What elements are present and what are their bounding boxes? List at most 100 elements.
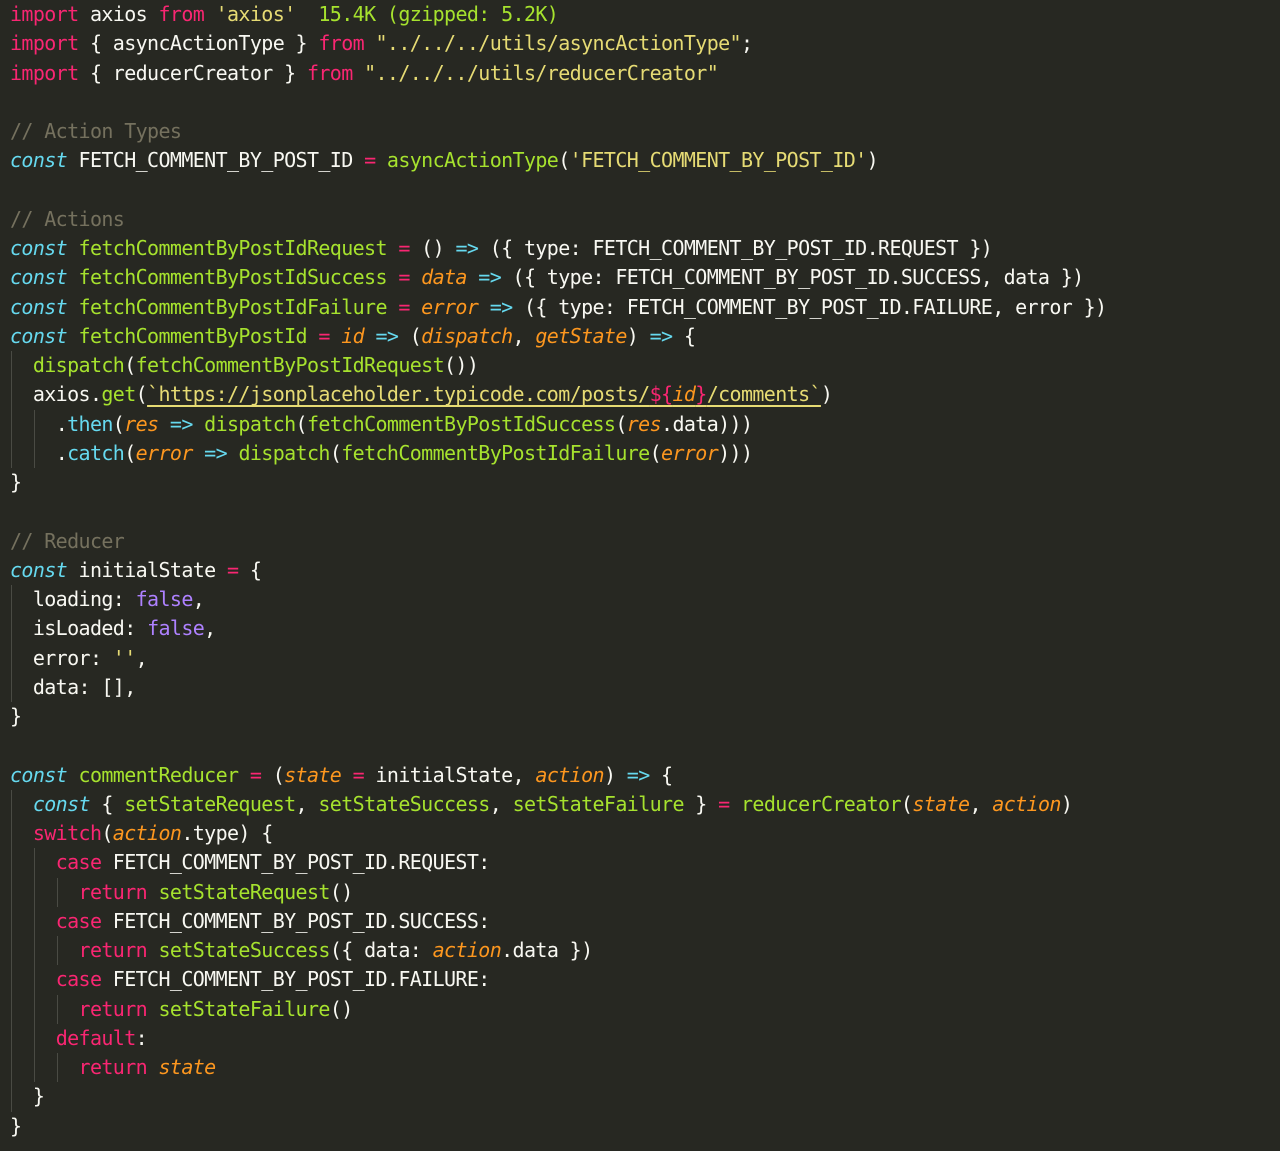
code-line[interactable]: return setStateRequest() — [0, 877, 1280, 907]
storage-token: const — [10, 265, 68, 290]
code-text: ( — [558, 148, 570, 173]
code-line[interactable]: const fetchCommentByPostIdRequest = () =… — [0, 234, 1280, 263]
operator-token: => — [455, 236, 479, 260]
parameter-token: id — [341, 323, 365, 348]
code-line[interactable]: // Actions — [0, 205, 1280, 234]
code-line[interactable]: const commentReducer = (state = initialS… — [0, 761, 1280, 790]
storage-token: const — [10, 236, 68, 260]
code-editor[interactable]: import axios from 'axios' 15.4K (gzipped… — [0, 0, 1280, 1151]
function-token: fetchCommentByPostId — [78, 323, 308, 348]
code-text: ) — [1060, 791, 1073, 816]
code-line[interactable]: .catch(error => dispatch(fetchCommentByP… — [0, 438, 1280, 468]
parameter-token: action — [432, 938, 502, 962]
keyword-token: = — [364, 148, 376, 173]
code-line[interactable]: switch(action.type) { — [0, 819, 1280, 849]
keyword-token: case — [55, 967, 102, 992]
import-size-hint: 15.4K (gzipped: 5.2K) — [318, 2, 559, 26]
code-line[interactable] — [0, 88, 1280, 117]
code-line[interactable] — [0, 731, 1280, 760]
code-line[interactable]: const { setStateRequest, setStateSuccess… — [0, 789, 1280, 819]
keyword-token: return — [78, 996, 148, 1021]
code-line[interactable]: case FETCH_COMMENT_BY_POST_ID.REQUEST: — [0, 848, 1280, 878]
keyword-token: = — [718, 791, 730, 816]
code-line[interactable] — [0, 176, 1280, 205]
indent-guide — [11, 819, 12, 849]
code-line[interactable]: .then(res => dispatch(fetchCommentByPost… — [0, 409, 1280, 439]
code-text: ) — [820, 382, 833, 407]
code-line[interactable]: const FETCH_COMMENT_BY_POST_ID = asyncAc… — [0, 146, 1280, 175]
code-line[interactable]: case FETCH_COMMENT_BY_POST_ID.FAILURE: — [0, 965, 1280, 995]
code-line[interactable]: import { asyncActionType } from "../../.… — [0, 29, 1280, 58]
code-line[interactable]: return setStateSuccess({ data: action.da… — [0, 936, 1280, 966]
function-token: setStateSuccess — [318, 791, 490, 816]
code-line[interactable] — [0, 497, 1280, 526]
code-line[interactable]: } — [0, 1082, 1280, 1112]
function-token: setStateRequest — [124, 791, 296, 816]
storage-token: const — [32, 791, 91, 816]
operator-token: => — [489, 294, 513, 319]
indent-guide — [11, 877, 12, 907]
code-line[interactable]: error: '', — [0, 643, 1280, 673]
parameter-token: action — [992, 791, 1061, 816]
code-line[interactable]: // Reducer — [0, 527, 1280, 556]
code-text: { asyncActionType } — [78, 31, 319, 56]
indent-guide — [11, 936, 12, 966]
indent-guide — [33, 877, 35, 907]
code-line[interactable]: const fetchCommentByPostId = id => (disp… — [0, 322, 1280, 351]
code-text: , — [512, 323, 536, 348]
code-text: () — [409, 236, 456, 260]
function-token: setStateRequest — [158, 879, 330, 904]
code-text: error: — [32, 645, 113, 670]
code-line[interactable]: } — [0, 702, 1280, 731]
code-line[interactable]: case FETCH_COMMENT_BY_POST_ID.SUCCESS: — [0, 906, 1280, 936]
code-line[interactable]: dispatch(fetchCommentByPostIdRequest()) — [0, 351, 1280, 381]
code-text: FETCH_COMMENT_BY_POST_ID.FAILURE: — [101, 967, 491, 992]
indent-guide — [11, 643, 12, 673]
code-line[interactable]: return setStateFailure() — [0, 994, 1280, 1024]
code-line[interactable]: axios.get(`https://jsonplaceholder.typic… — [0, 380, 1280, 410]
code-line[interactable]: const fetchCommentByPostIdSuccess = data… — [0, 263, 1280, 292]
function-token: setStateSuccess — [158, 938, 330, 962]
code-line[interactable]: return state — [0, 1053, 1280, 1083]
indent-guide — [33, 994, 35, 1024]
code-line[interactable]: import axios from 'axios' 15.4K (gzipped… — [0, 0, 1280, 29]
indent-guide — [11, 848, 12, 878]
code-text: . — [55, 440, 68, 465]
code-line[interactable]: default: — [0, 1023, 1280, 1053]
indent-guide — [11, 906, 12, 936]
code-line[interactable]: } — [0, 1112, 1280, 1141]
code-line[interactable]: loading: false, — [0, 585, 1280, 615]
keyword-token: from — [318, 31, 365, 56]
function-token: reducerCreator — [741, 791, 902, 816]
function-token: dispatch — [204, 411, 296, 436]
code-line[interactable]: const fetchCommentByPostIdFailure = erro… — [0, 293, 1280, 322]
keyword-token: return — [78, 938, 148, 962]
code-text: . — [55, 411, 68, 436]
code-line[interactable]: } — [0, 468, 1280, 497]
operator-token: catch — [67, 440, 125, 465]
code-line[interactable]: import { reducerCreator } from "../../..… — [0, 59, 1280, 88]
parameter-token: action — [112, 821, 182, 845]
code-line[interactable]: isLoaded: false, — [0, 614, 1280, 644]
code-line[interactable]: // Action Types — [0, 117, 1280, 146]
code-line[interactable]: data: [], — [0, 672, 1280, 702]
function-token: commentReducer — [78, 762, 240, 787]
keyword-token: default — [55, 1025, 137, 1050]
code-line[interactable]: const initialState = { — [0, 556, 1280, 585]
parameter-token: error — [421, 294, 479, 319]
parameter-token: error — [135, 440, 194, 465]
keyword-token: = — [352, 762, 365, 787]
